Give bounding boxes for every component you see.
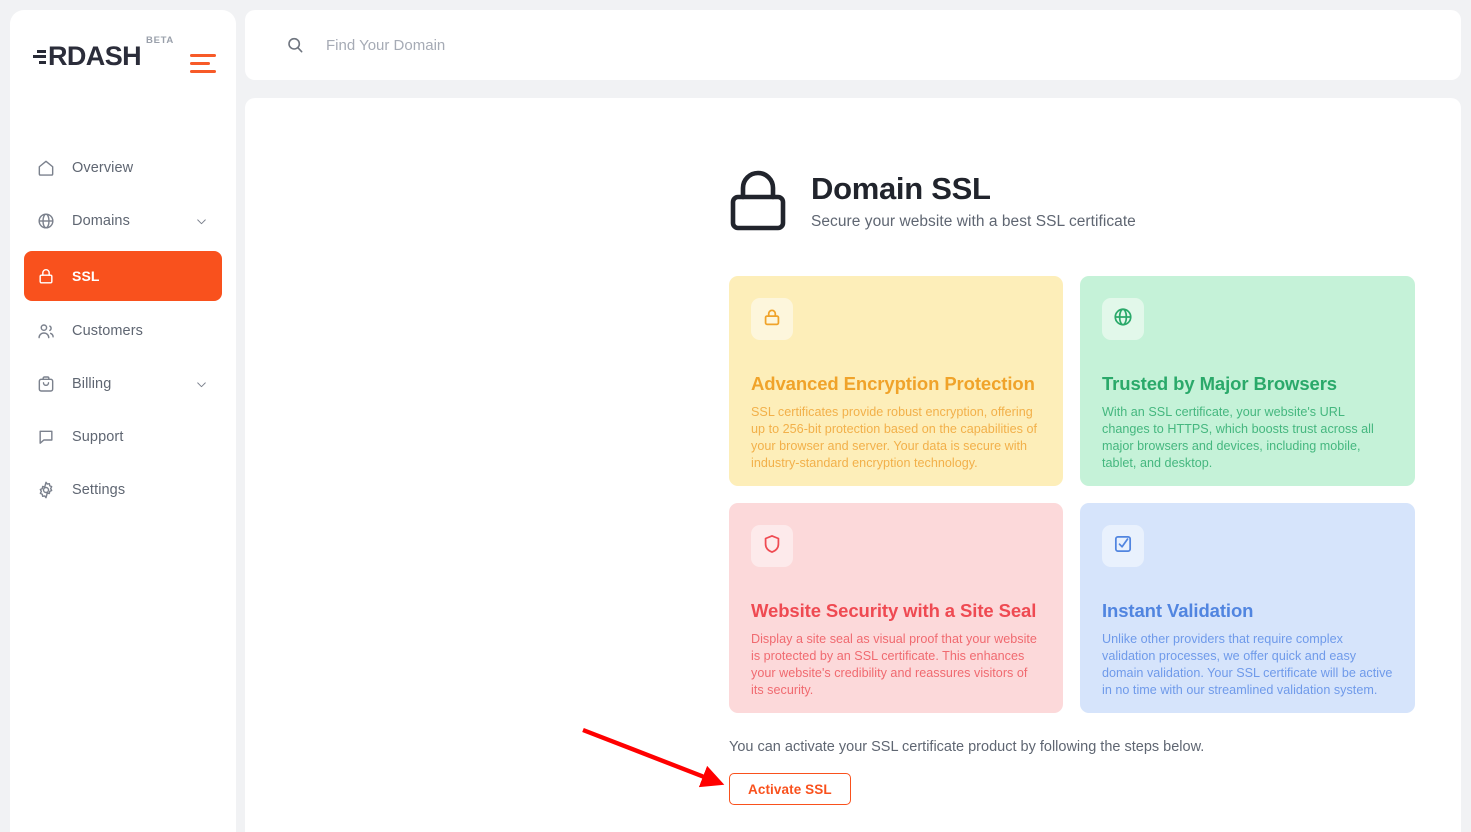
sidebar-item-support[interactable]: Support [24,415,222,459]
sidebar-item-settings[interactable]: Settings [24,468,222,512]
beta-badge: BETA [146,34,174,46]
briefcase-icon [35,373,57,395]
sidebar-item-customers[interactable]: Customers [24,309,222,353]
chevron-down-icon[interactable] [195,378,208,391]
card-body: SSL certificates provide robust encrypti… [751,405,1038,471]
search-input[interactable] [326,36,926,54]
hamburger-icon[interactable] [190,54,216,73]
logo-text: RDASH [48,40,142,71]
sidebar-item-label: Billing [72,376,112,392]
sidebar-nav: Overview Domains SSL Customers Billing S… [10,102,236,512]
feature-card-browsers: Trusted by Major Browsers With an SSL ce… [1080,276,1415,486]
sidebar-brand-row: RDASH BETA [10,10,236,102]
home-icon [35,157,57,179]
feature-card-site-seal: Website Security with a Site Seal Displa… [729,503,1063,713]
card-icon-badge [751,298,793,340]
card-title: Website Security with a Site Seal [751,600,1037,621]
sidebar-item-label: Overview [72,160,134,176]
lock-icon [35,265,57,287]
card-icon-badge [1102,525,1144,567]
globe-icon [1112,306,1134,333]
card-body: Display a site seal as visual proof that… [751,632,1037,698]
check-square-icon [1112,533,1134,560]
main-content-panel: Domain SSL Secure your website with a be… [245,98,1461,832]
chat-icon [35,426,57,448]
card-icon-badge [751,525,793,567]
chevron-down-icon[interactable] [195,215,208,228]
rdash-speed-logo-icon: RDASH [32,40,142,71]
sidebar-item-domains[interactable]: Domains [24,199,222,243]
sidebar-item-overview[interactable]: Overview [24,146,222,190]
activate-note: You can activate your SSL certificate pr… [729,739,1205,755]
lock-icon [729,170,787,232]
sidebar: RDASH BETA Overview Domains SSL Customer… [10,10,236,832]
search-icon[interactable] [285,35,305,55]
card-icon-badge [1102,298,1144,340]
gear-icon [35,479,57,501]
activate-ssl-button[interactable]: Activate SSL [729,773,851,805]
lock-icon [761,306,783,333]
card-title: Trusted by Major Browsers [1102,373,1337,394]
card-body: With an SSL certificate, your website's … [1102,405,1374,471]
card-title: Advanced Encryption Protection [751,373,1035,394]
globe-icon [35,210,57,232]
page-title: Domain SSL [811,171,991,207]
feature-card-encryption: Advanced Encryption Protection SSL certi… [729,276,1063,486]
ssl-page-header: Domain SSL Secure your website with a be… [245,98,1461,232]
sidebar-item-label: Domains [72,213,130,229]
sidebar-item-ssl[interactable]: SSL [24,251,222,301]
search-bar [245,10,1461,80]
sidebar-item-label: Customers [72,323,143,339]
brand-logo[interactable]: RDASH BETA [32,35,174,71]
feature-card-grid: Advanced Encryption Protection SSL certi… [729,276,1461,713]
card-title: Instant Validation [1102,600,1254,621]
app-root: RDASH BETA Overview Domains SSL Customer… [0,0,1471,832]
feature-card-validation: Instant Validation Unlike other provider… [1080,503,1415,713]
sidebar-item-label: Support [72,429,124,445]
users-icon [35,320,57,342]
page-subtitle: Secure your website with a best SSL cert… [811,212,1136,230]
sidebar-item-billing[interactable]: Billing [24,362,222,406]
shield-icon [761,533,783,560]
card-body: Unlike other providers that require comp… [1102,632,1393,698]
ssl-title-group: Domain SSL Secure your website with a be… [811,171,1136,231]
sidebar-item-label: Settings [72,482,126,498]
logo-speed-lines-icon [32,49,46,64]
sidebar-item-label: SSL [72,268,100,284]
